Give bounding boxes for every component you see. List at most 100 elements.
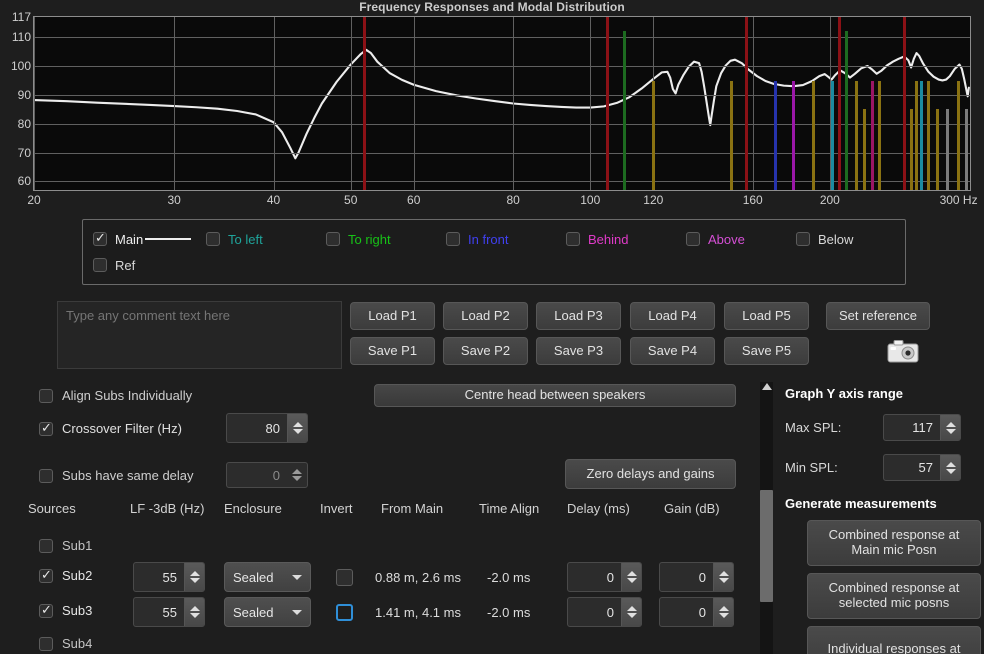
panel-scrollbar[interactable] [760,382,773,654]
generate-3-button[interactable]: Individual responses at [807,626,981,654]
crossover-filter-checkbox[interactable] [39,420,53,436]
save-preset-3-button[interactable]: Save P3 [536,337,621,365]
legend-item-behind[interactable]: Behind [566,225,628,253]
save-preset-5-button[interactable]: Save P5 [724,337,809,365]
comment-input[interactable] [57,301,342,369]
save-preset-2-button[interactable]: Save P2 [443,337,528,365]
enclosure-select-sub2[interactable]: Sealed [224,562,311,592]
min-spl-spin[interactable]: 57 [883,454,961,481]
crossover-filter-value-stepper[interactable] [287,414,307,442]
delay-spin-sub2[interactable]: 0 [567,562,642,592]
stepper-up-icon[interactable] [292,422,303,427]
load-preset-3-button[interactable]: Load P3 [536,302,621,330]
set-reference-button[interactable]: Set reference [826,302,930,330]
crossover-filter-label: Crossover Filter (Hz) [62,421,182,436]
source-checkbox-sub4[interactable] [39,636,53,651]
stepper-down-icon[interactable] [945,468,956,474]
legend-checkbox-main[interactable] [93,230,107,246]
scrollbar-thumb[interactable] [760,490,773,602]
save-preset-4-button[interactable]: Save P4 [630,337,715,365]
stepper-up-icon[interactable] [189,606,200,611]
source-checkbox-sub1[interactable] [39,538,53,553]
delay-spin-sub2-stepper[interactable] [621,563,641,591]
subs-same-delay-value[interactable]: 0 [226,462,308,488]
stepper-down-icon[interactable] [718,578,729,583]
subs-have-same-delay[interactable]: Subs have same delay [39,468,194,483]
gain-spin-sub3-stepper[interactable] [713,598,733,626]
delay-spin-sub3-stepper[interactable] [621,598,641,626]
gain-spin-sub2-stepper[interactable] [713,563,733,591]
legend-item-ref[interactable]: Ref [93,251,135,279]
legend-item-to-left[interactable]: To left [206,225,263,253]
chevron-down-icon[interactable] [292,609,302,615]
table-row[interactable]: Sub4 [39,636,92,651]
legend-checkbox-in-front[interactable] [446,232,460,246]
stepper-down-icon[interactable] [626,578,637,583]
load-preset-4-button[interactable]: Load P4 [630,302,715,330]
camera-icon[interactable] [884,337,922,367]
stepper-down-icon[interactable] [292,476,302,481]
max-spl-spin[interactable]: 117 [883,414,961,441]
legend-checkbox-below[interactable] [796,232,810,246]
lf-3db-spin-sub3-stepper[interactable] [184,598,204,626]
zero-delays-and-gains-button[interactable]: Zero delays and gains [565,459,736,489]
max-spl-spin-stepper[interactable] [940,415,960,440]
legend-checkbox-ref[interactable] [93,258,107,272]
stepper-up-icon[interactable] [292,469,302,474]
lf-3db-spin-sub2-stepper[interactable] [184,563,204,591]
stepper-up-icon[interactable] [626,606,637,611]
legend-checkbox-to-right[interactable] [326,232,340,246]
delay-spin-sub3[interactable]: 0 [567,597,642,627]
stepper-up-icon[interactable] [945,461,956,467]
crossover-filter[interactable]: Crossover Filter (Hz) [39,420,182,436]
min-spl-spin-stepper[interactable] [940,455,960,480]
crossover-filter-value[interactable]: 80 [226,413,308,443]
legend-checkbox-behind[interactable] [566,232,580,246]
legend-item-below[interactable]: Below [796,225,853,253]
generate-2-button[interactable]: Combined response at selected mic posns [807,573,981,619]
subs-have-same-delay-checkbox[interactable] [39,468,53,483]
stepper-down-icon[interactable] [189,578,200,583]
chevron-down-icon[interactable] [292,574,302,580]
legend-item-main[interactable]: Main [93,225,192,253]
invert-checkbox-sub2[interactable] [336,569,353,586]
table-row[interactable]: Sub3 [39,602,92,618]
stepper-down-icon[interactable] [189,613,200,618]
enclosure-select-sub3[interactable]: Sealed [224,597,311,627]
stepper-up-icon[interactable] [626,571,637,576]
invert-checkbox-sub3[interactable] [336,604,353,621]
lf-3db-spin-sub2[interactable]: 55 [133,562,205,592]
gain-spin-sub2[interactable]: 0 [659,562,734,592]
legend-checkbox-to-left[interactable] [206,232,220,246]
source-checkbox-sub3[interactable] [39,602,53,618]
centre-head-between-speakers-button[interactable]: Centre head between speakers [374,384,736,407]
legend-item-in-front[interactable]: In front [446,225,508,253]
load-preset-2-button[interactable]: Load P2 [443,302,528,330]
table-row[interactable]: Sub1 [39,538,92,553]
gain-spin-sub3[interactable]: 0 [659,597,734,627]
stepper-down-icon[interactable] [292,429,303,434]
stepper-down-icon[interactable] [945,428,956,434]
stepper-down-icon[interactable] [718,613,729,618]
table-row[interactable]: Sub2 [39,567,92,583]
stepper-up-icon[interactable] [189,571,200,576]
load-preset-5-button[interactable]: Load P5 [724,302,809,330]
subs-same-delay-value-stepper[interactable] [287,463,307,487]
save-preset-1-button[interactable]: Save P1 [350,337,435,365]
legend-checkbox-above[interactable] [686,232,700,246]
stepper-down-icon[interactable] [626,613,637,618]
table-header-time-align: Time Align [479,501,540,516]
scroll-up-arrow-icon[interactable] [762,383,772,390]
stepper-up-icon[interactable] [718,606,729,611]
align-subs-individually[interactable]: Align Subs Individually [39,388,192,403]
generate-1-button[interactable]: Combined response at Main mic Posn [807,520,981,566]
legend-item-to-right[interactable]: To right [326,225,391,253]
chart-plot-area[interactable] [33,16,971,191]
legend-item-above[interactable]: Above [686,225,745,253]
lf-3db-spin-sub3[interactable]: 55 [133,597,205,627]
source-checkbox-sub2[interactable] [39,567,53,583]
load-preset-1-button[interactable]: Load P1 [350,302,435,330]
align-subs-individually-checkbox[interactable] [39,388,53,403]
stepper-up-icon[interactable] [718,571,729,576]
stepper-up-icon[interactable] [945,421,956,427]
